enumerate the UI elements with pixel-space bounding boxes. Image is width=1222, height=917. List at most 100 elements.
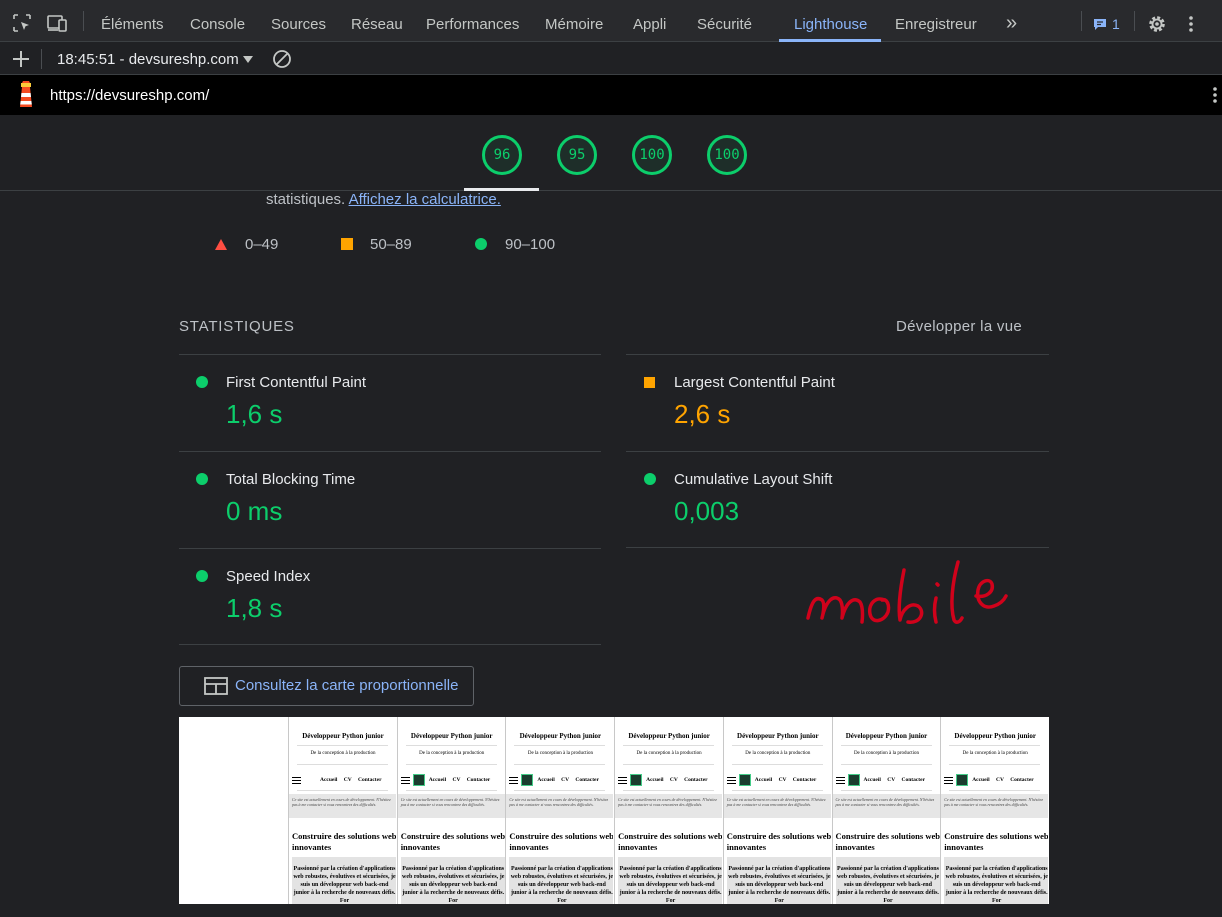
metric-value: 2,6 s (674, 399, 731, 429)
tab-elements[interactable]: Éléments (101, 0, 164, 42)
frame-rule (840, 745, 932, 746)
legend-pass-label: 90–100 (505, 236, 556, 253)
tab-lighthouse[interactable]: Lighthouse (794, 0, 867, 42)
filmstrip-frame: Développeur Python junior De la conceptio… (396, 717, 505, 904)
frame-subtitle: De la conception à la production (310, 751, 376, 756)
frame-banner: Ce site est actuellement en cours de dév… (397, 794, 505, 818)
issues-button[interactable]: 1 (1093, 15, 1123, 33)
frame-rule (297, 764, 388, 765)
frame-subtitle: De la conception à la production (527, 751, 593, 756)
devtools-tab-bar: Éléments Console Sources Réseau Performa… (0, 0, 1222, 42)
hamburger-icon (726, 777, 736, 784)
frame-rule (514, 790, 606, 791)
metric-name: First Contentful Paint (226, 374, 367, 391)
filmstrip-frame: Développeur Python junior De la conceptio… (288, 717, 396, 904)
metric-average-icon (644, 377, 655, 388)
tab-sources[interactable]: Sources (271, 0, 326, 42)
filmstrip-frame: Développeur Python junior De la conceptio… (505, 717, 614, 904)
gear-icon[interactable] (1147, 14, 1167, 34)
toolbar-divider (1081, 11, 1082, 31)
frame-nav-links: Accueil CV Contacter (320, 777, 382, 783)
handwritten-mobile-annotation (806, 560, 1008, 624)
frame-rule (949, 790, 1041, 791)
filmstrip-frame: Développeur Python junior De la conceptio… (722, 717, 831, 904)
metric-divider (626, 354, 1049, 355)
site-logo (630, 774, 643, 786)
filmstrip-frame: Développeur Python junior De la conceptio… (831, 717, 940, 904)
gauge-seo[interactable]: 100 (707, 135, 747, 175)
metric-divider (179, 354, 601, 355)
frame-intro-box: Passionné par la création d'applications… (618, 857, 723, 904)
tab-recorder[interactable]: Enregistreur (895, 0, 977, 42)
treemap-button[interactable]: Consultez la carte proportionnelle (179, 666, 474, 706)
hamburger-icon (944, 777, 954, 784)
tab-console[interactable]: Console (190, 0, 245, 42)
report-selector[interactable]: 18:45:51 - devsureshp.com (57, 49, 257, 69)
frame-rule (514, 764, 606, 765)
frame-subtitle: De la conception à la production (745, 751, 811, 756)
frame-heading: Construire des solutions web innovantes (618, 831, 723, 852)
toolbar-divider (41, 49, 42, 69)
frame-title: Développeur Python junior (954, 732, 1036, 740)
frame-title: Développeur Python junior (302, 732, 384, 740)
frame-rule (731, 764, 823, 765)
caret-down-icon (243, 56, 253, 63)
frame-intro-box: Passionné par la création d'applications… (509, 857, 614, 904)
metric-pass-icon (196, 473, 208, 485)
treemap-button-label: Consultez la carte proportionnelle (235, 677, 459, 694)
frame-intro-box: Passionné par la création d'applications… (835, 857, 940, 904)
frame-rule (297, 745, 388, 746)
frame-nav-links: Accueil CV Contacter (754, 777, 817, 783)
site-logo (847, 774, 860, 786)
tab-performance[interactable]: Performances (426, 0, 519, 42)
tab-memory[interactable]: Mémoire (545, 0, 603, 42)
metric-name: Total Blocking Time (226, 471, 356, 488)
issues-icon (1094, 19, 1106, 30)
frame-heading: Construire des solutions web innovantes (726, 831, 831, 852)
device-toolbar-icon[interactable] (46, 13, 68, 33)
tab-application[interactable]: Appli (633, 0, 666, 42)
metric-divider (179, 644, 601, 645)
expand-view-toggle[interactable]: Développer la vue (896, 318, 1022, 335)
frame-rule (514, 745, 606, 746)
metric-value: 0 ms (226, 496, 283, 526)
frame-title: Développeur Python junior (628, 732, 710, 740)
more-tabs-icon[interactable]: » (1006, 0, 1017, 42)
kebab-menu-icon[interactable] (1212, 85, 1218, 105)
gauge-best-practices[interactable]: 100 (632, 135, 672, 175)
gauge-accessibility[interactable]: 95 (557, 135, 597, 175)
frame-rule (623, 764, 715, 765)
frame-rule (840, 790, 932, 791)
intro-text: statistiques. Affichez la calculatrice. (266, 191, 501, 208)
frame-nav-links: Accueil CV Contacter (863, 777, 926, 783)
frame-title: Développeur Python junior (737, 732, 819, 740)
frame-banner: Ce site est actuellement en cours de dév… (723, 794, 831, 818)
treemap-icon (204, 677, 228, 695)
kebab-menu-icon[interactable] (1186, 14, 1196, 34)
frame-subtitle: De la conception à la production (419, 751, 485, 756)
report-url[interactable]: https://devsureshp.com/ (50, 87, 209, 104)
metric-value: 1,8 s (226, 593, 283, 623)
issues-count: 1 (1112, 16, 1120, 32)
hamburger-icon (292, 777, 301, 784)
frame-heading: Construire des solutions web innovantes (835, 831, 940, 852)
inspect-element-icon[interactable] (12, 13, 32, 33)
legend-average-icon (341, 238, 353, 250)
frame-rule (623, 745, 715, 746)
frame-banner: Ce site est actuellement en cours de dév… (832, 794, 940, 818)
frame-intro-box: Passionné par la création d'applications… (400, 857, 505, 904)
lighthouse-toolbar: 18:45:51 - devsureshp.com (0, 42, 1222, 75)
hamburger-icon (400, 777, 410, 784)
tab-network[interactable]: Réseau (351, 0, 403, 42)
metric-divider (179, 451, 601, 452)
tab-security[interactable]: Sécurité (697, 0, 752, 42)
legend-average-label: 50–89 (370, 236, 412, 253)
plus-icon[interactable] (12, 50, 30, 68)
clear-icon[interactable] (272, 49, 292, 69)
frame-nav-links: Accueil CV Contacter (537, 777, 599, 783)
gauge-performance[interactable]: 96 (482, 135, 522, 175)
calculator-link[interactable]: Affichez la calculatrice. (349, 191, 501, 208)
toolbar-divider (83, 11, 84, 31)
frame-rule (405, 764, 497, 765)
frame-intro-box: Passionné par la création d'applications… (726, 857, 831, 904)
